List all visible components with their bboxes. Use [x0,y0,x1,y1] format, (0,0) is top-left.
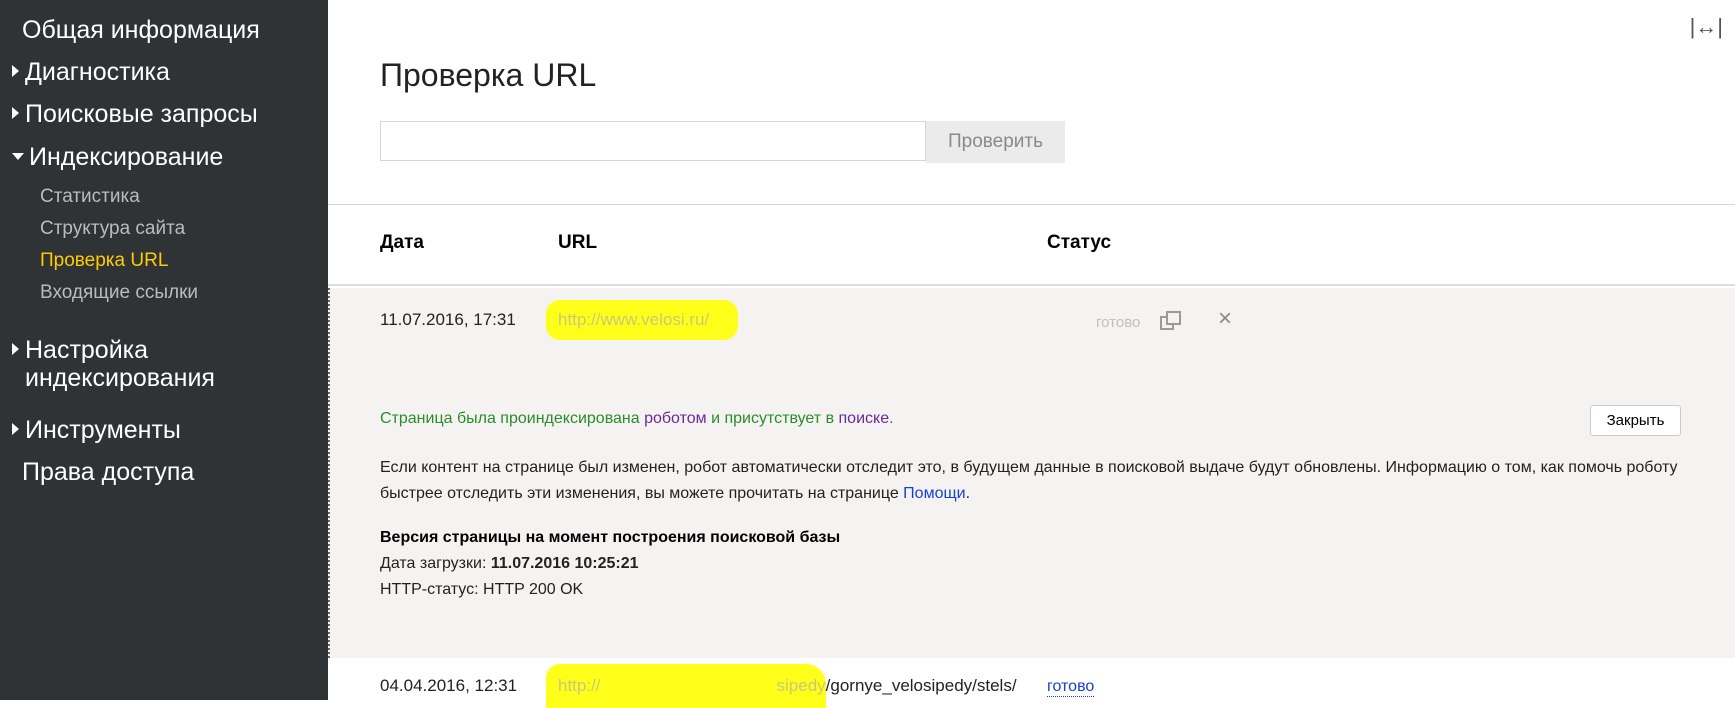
expand-arrow-glyph: ↔ [1695,14,1718,39]
nav-access-rights[interactable]: Права доступа [22,458,194,487]
indexed-text-part: и присутствует в [706,410,839,427]
version-title: Версия страницы на момент построения пои… [380,529,841,546]
load-date: Дата загрузки: 11.07.2016 10:25:21 [380,555,639,573]
caret-right-icon [12,107,19,120]
page-title: Проверка URL [380,57,597,93]
header-divider [328,284,1735,286]
http-status: HTTP-статус: HTTP 200 OK [380,581,584,598]
load-date-value: 11.07.2016 10:25:21 [490,555,639,572]
nav-diagnostics-label: Диагностика [25,58,170,86]
row-status-link[interactable]: готово [1047,678,1095,697]
row-date: 11.07.2016, 17:31 [380,310,516,329]
nav-access-rights-label: Права доступа [22,458,195,486]
column-header-date: Дата [380,232,424,253]
nav-indexing[interactable]: Индексирование [12,143,223,172]
nav-indexing-settings[interactable]: Настройка индексирования [12,336,215,392]
nav-search-queries-label: Поисковые запросы [25,100,258,128]
nav-indexing-settings-line1: Настройка [25,336,149,364]
caret-right-icon [12,423,19,436]
row-url-start: http:// [558,676,601,695]
close-button[interactable]: Закрыть [1590,405,1681,436]
divider [328,204,1735,205]
row-date: 04.04.2016, 12:31 [380,676,518,695]
search-link[interactable]: поиске [839,410,890,427]
indexed-status-text: Страница была проиндексирована роботом и… [380,410,894,428]
caret-right-icon [12,343,19,356]
help-link[interactable]: Помощи [903,485,965,502]
remove-row-icon[interactable]: × [1218,305,1232,333]
nav-general-label: Общая информация [22,16,260,44]
nav-indexing-settings-line2: индексирования [25,364,215,392]
indexed-text-end: . [889,410,894,427]
nav-tools[interactable]: Инструменты [12,416,181,445]
nav-general[interactable]: Общая информация [22,16,260,45]
sidebar: Общая информация Диагностика Поисковые з… [0,0,328,700]
nav-sub-url-check[interactable]: Проверка URL [40,250,168,272]
nav-sub-site-structure[interactable]: Структура сайта [40,218,185,240]
column-header-status: Статус [1047,232,1112,253]
nav-sub-incoming-links[interactable]: Входящие ссылки [40,282,198,304]
row-status: готово [1096,314,1141,331]
load-date-label: Дата загрузки: [380,555,491,572]
url-input[interactable] [380,121,926,161]
indexed-text-part: Страница была проиндексирована [380,410,645,427]
nav-search-queries[interactable]: Поисковые запросы [12,100,258,129]
info-text: Если контент на странице был изменен, ро… [380,455,1700,507]
expand-width-icon[interactable]: |↔| [1690,14,1723,40]
robot-link[interactable]: роботом [644,410,707,427]
info-text-body: Если контент на странице был изменен, ро… [380,459,1678,502]
column-header-url: URL [558,232,598,253]
row-url-partial: sipedy [776,676,826,695]
row-url-link[interactable]: http://www.velosi.ru/ [558,310,709,330]
caret-right-icon [12,65,19,78]
row-url-tail: /gornye_velosipedy/stels/ [825,676,1017,695]
copy-icon[interactable] [1160,311,1182,331]
check-button[interactable]: Проверить [926,121,1065,163]
nav-sub-statistics[interactable]: Статистика [40,186,140,208]
row-url-link[interactable]: http:// sipedy/gornye_velosipedy/stels/ [558,676,1017,696]
nav-indexing-label: Индексирование [29,143,224,171]
nav-tools-label: Инструменты [25,416,181,444]
main-content: |↔| Проверка URL Проверить Дата URL Стат… [328,0,1735,708]
nav-diagnostics[interactable]: Диагностика [12,58,170,87]
caret-down-icon [12,152,24,160]
info-text-end: . [965,485,971,502]
